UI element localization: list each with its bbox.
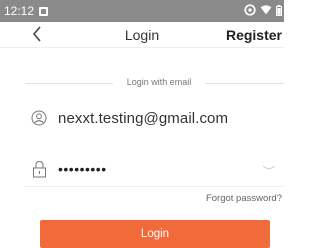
- battery-icon: [276, 4, 282, 16]
- password-field[interactable]: •••••••••: [0, 158, 284, 184]
- login-button[interactable]: Login: [40, 220, 270, 248]
- header-divider: [0, 47, 284, 48]
- divider-line-right: [205, 83, 284, 84]
- register-button[interactable]: Register: [226, 27, 282, 43]
- forgot-password-link[interactable]: Forgot password?: [206, 193, 282, 204]
- divider-line-left: [25, 83, 113, 84]
- header: Login Register: [0, 22, 284, 47]
- password-divider: [25, 186, 284, 187]
- status-time: 12:12: [4, 4, 35, 18]
- section-label: Login with email: [126, 77, 192, 87]
- email-field[interactable]: nexxt.testing@gmail.com: [0, 107, 284, 133]
- lock-icon: [33, 160, 46, 178]
- status-icons: [244, 4, 282, 16]
- status-bar: 12:12: [0, 0, 284, 22]
- wifi-icon: [260, 5, 272, 15]
- email-value: nexxt.testing@gmail.com: [58, 110, 229, 127]
- eye-closed-icon[interactable]: [262, 165, 276, 171]
- vpn-icon: [244, 4, 256, 16]
- user-icon: [31, 110, 47, 126]
- notification-icon: [39, 6, 49, 16]
- password-value: •••••••••: [58, 161, 107, 177]
- login-button-label: Login: [140, 228, 170, 240]
- section-divider: Login with email: [0, 75, 284, 93]
